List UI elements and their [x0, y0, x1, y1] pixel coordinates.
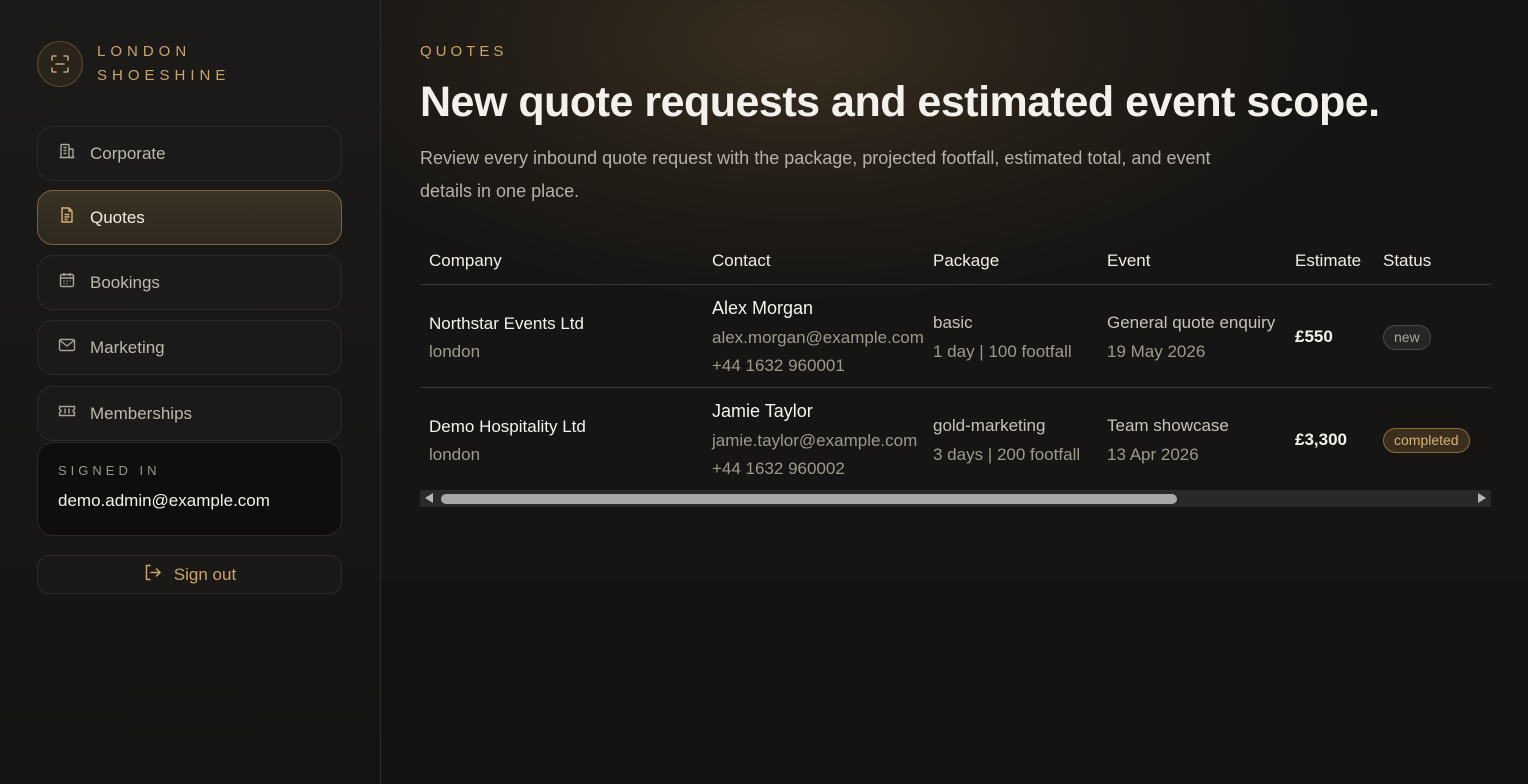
main-content: QUOTES New quote requests and estimated … — [381, 0, 1528, 784]
quotes-table: Company Contact Package Event Estimate S… — [420, 240, 1491, 491]
package-detail: 1 day | 100 footfall — [933, 342, 1072, 361]
calendar-icon — [58, 271, 76, 294]
event-date: 19 May 2026 — [1107, 342, 1206, 361]
scroll-left-icon[interactable] — [425, 493, 433, 503]
building-icon — [58, 142, 76, 165]
sidebar-item-label: Quotes — [90, 207, 145, 227]
company-name: Demo Hospitality Ltd — [429, 417, 586, 436]
sidebar-item-corporate[interactable]: Corporate — [37, 126, 342, 181]
signed-in-card: SIGNED IN demo.admin@example.com — [37, 442, 342, 536]
sidebar: LONDON SHOESHINE Corporate Quotes Bookin… — [0, 0, 381, 784]
table-row[interactable]: Northstar Events Ltd london Alex Morgan … — [420, 285, 1491, 388]
page-description: Review every inbound quote request with … — [420, 148, 1211, 201]
column-header-status[interactable]: Status — [1383, 251, 1431, 271]
document-icon — [58, 206, 76, 229]
contact-phone: +44 1632 960002 — [712, 459, 845, 478]
company-city: london — [429, 342, 481, 361]
brand[interactable]: LONDON SHOESHINE — [37, 40, 230, 88]
scan-icon — [37, 41, 83, 87]
sign-out-button[interactable]: Sign out — [37, 555, 342, 594]
ticket-icon — [58, 402, 76, 425]
contact-email[interactable]: alex.morgan@example.com — [712, 328, 924, 348]
event-name: General quote enquiry — [1107, 313, 1276, 332]
column-header-package[interactable]: Package — [933, 251, 999, 271]
package-name: basic — [933, 313, 973, 332]
contact-name: Alex Morgan — [712, 298, 814, 318]
app-window: LONDON SHOESHINE Corporate Quotes Bookin… — [0, 0, 1528, 784]
page-eyebrow: QUOTES — [420, 43, 508, 60]
mail-icon — [58, 336, 76, 359]
brand-line-2: SHOESHINE — [97, 67, 231, 84]
company-name: Northstar Events Ltd — [429, 314, 584, 333]
estimate-value: £550 — [1295, 327, 1333, 346]
column-header-estimate[interactable]: Estimate — [1295, 251, 1361, 271]
sidebar-item-marketing[interactable]: Marketing — [37, 320, 342, 375]
contact-phone: +44 1632 960001 — [712, 356, 845, 375]
horizontal-scrollbar[interactable] — [420, 490, 1491, 507]
status-badge: new — [1383, 325, 1431, 350]
sidebar-item-label: Bookings — [90, 272, 160, 292]
column-header-company[interactable]: Company — [429, 251, 502, 271]
company-city: london — [429, 445, 481, 464]
sidebar-item-bookings[interactable]: Bookings — [37, 255, 342, 310]
brand-line-1: LONDON — [97, 43, 192, 60]
column-header-contact[interactable]: Contact — [712, 251, 771, 271]
column-header-event[interactable]: Event — [1107, 251, 1150, 271]
logout-icon — [143, 563, 162, 587]
sidebar-item-quotes[interactable]: Quotes — [37, 190, 342, 245]
sign-out-label: Sign out — [173, 564, 237, 584]
signed-in-caption: SIGNED IN — [58, 463, 161, 478]
sidebar-item-memberships[interactable]: Memberships — [37, 386, 342, 441]
status-badge: completed — [1383, 428, 1470, 453]
table-header: Company Contact Package Event Estimate S… — [420, 240, 1491, 285]
contact-name: Jamie Taylor — [712, 401, 813, 421]
signed-in-email: demo.admin@example.com — [58, 491, 270, 510]
sidebar-item-label: Corporate — [90, 143, 166, 163]
sidebar-item-label: Memberships — [90, 403, 193, 423]
table-row[interactable]: Demo Hospitality Ltd london Jamie Taylor… — [420, 388, 1491, 491]
page-title: New quote requests and estimated event s… — [420, 78, 1380, 126]
contact-email[interactable]: jamie.taylor@example.com — [712, 431, 917, 451]
event-date: 13 Apr 2026 — [1107, 445, 1199, 464]
estimate-value: £3,300 — [1295, 430, 1347, 449]
sidebar-item-label: Marketing — [90, 337, 165, 357]
event-name: Team showcase — [1107, 416, 1229, 435]
scroll-right-icon[interactable] — [1478, 493, 1486, 503]
scrollbar-thumb[interactable] — [441, 494, 1177, 504]
package-detail: 3 days | 200 footfall — [933, 445, 1081, 464]
package-name: gold-marketing — [933, 416, 1046, 435]
